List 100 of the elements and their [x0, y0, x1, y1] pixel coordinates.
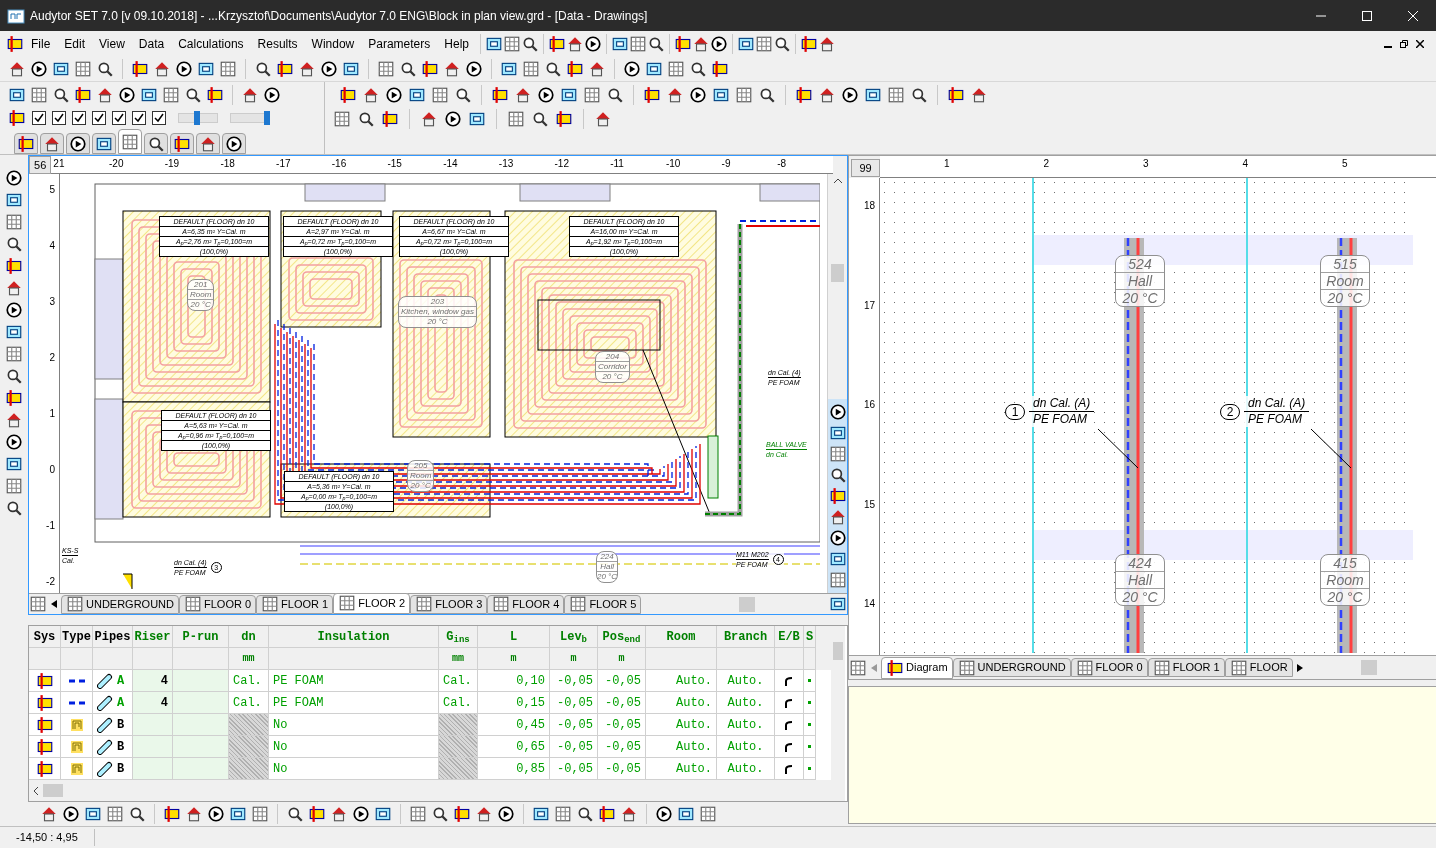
tool-icon[interactable]	[841, 86, 859, 104]
tool-icon[interactable]	[468, 110, 486, 128]
tool-icon[interactable]	[84, 805, 102, 823]
tool-icon[interactable]	[828, 403, 847, 421]
level-tab[interactable]: FLOOR	[1224, 658, 1293, 677]
tool-icon[interactable]	[620, 805, 638, 823]
tool-icon[interactable]	[286, 805, 304, 823]
tool-icon[interactable]	[710, 34, 728, 53]
tool-icon[interactable]	[263, 85, 281, 104]
checkbox[interactable]	[32, 111, 46, 126]
tool-icon[interactable]	[35, 737, 54, 756]
tool-icon[interactable]	[163, 805, 181, 823]
tool-icon[interactable]	[374, 805, 392, 823]
tool-icon[interactable]	[689, 86, 707, 104]
tool-icon[interactable]	[594, 110, 612, 128]
column-header[interactable]: Room	[646, 626, 717, 648]
close-icon[interactable]	[1416, 39, 1424, 48]
tool-icon[interactable]	[352, 805, 370, 823]
level-tab[interactable]: FLOOR 2	[333, 592, 411, 614]
tool-icon[interactable]	[207, 805, 225, 823]
tool-icon[interactable]	[886, 658, 904, 677]
column-header[interactable]: P-run	[173, 626, 229, 648]
column-header[interactable]: Pos$_{end}$	[598, 626, 646, 648]
tool-icon[interactable]	[5, 301, 23, 319]
scroll-left-icon[interactable]	[33, 785, 39, 796]
tool-icon[interactable]	[276, 59, 294, 78]
column-header[interactable]: S	[804, 626, 816, 648]
level-tab[interactable]: Diagram	[881, 656, 953, 679]
tool-icon[interactable]	[385, 86, 403, 104]
tool-icon[interactable]	[118, 85, 136, 104]
column-header[interactable]: Pipes	[93, 626, 133, 648]
tool-icon[interactable]	[828, 487, 847, 505]
checkbox[interactable]	[72, 111, 86, 126]
tool-icon[interactable]	[576, 805, 594, 823]
tool-icon[interactable]	[828, 424, 847, 442]
tool-icon[interactable]	[308, 805, 326, 823]
tool-icon[interactable]	[560, 86, 578, 104]
tool-icon[interactable]	[444, 110, 462, 128]
tool-icon[interactable]	[5, 367, 23, 385]
menu-item[interactable]: Parameters	[361, 34, 438, 53]
tool-icon[interactable]	[131, 59, 149, 78]
tool-icon[interactable]	[408, 86, 426, 104]
tool-icon[interactable]	[566, 59, 584, 78]
tool-icon[interactable]	[30, 59, 48, 78]
tool-icon[interactable]	[5, 169, 23, 187]
column-header[interactable]: Branch	[717, 626, 775, 648]
scrollbar-thumb[interactable]	[833, 642, 843, 660]
level-tab[interactable]: FLOOR 0	[1070, 658, 1148, 677]
tool-icon[interactable]	[454, 86, 472, 104]
tool-icon[interactable]	[606, 86, 624, 104]
tool-icon[interactable]	[5, 433, 23, 451]
tool-icon[interactable]	[800, 34, 818, 53]
tool-icon[interactable]	[795, 86, 813, 104]
tool-icon[interactable]	[5, 279, 23, 297]
menu-item[interactable]: Help	[437, 34, 476, 53]
tool-icon[interactable]	[330, 805, 348, 823]
checkbox[interactable]	[52, 111, 66, 126]
tool-icon[interactable]	[5, 235, 23, 253]
maximize-icon[interactable]	[1362, 10, 1372, 21]
tool-icon[interactable]	[421, 59, 439, 78]
column-header[interactable]: E/B	[775, 626, 804, 648]
tool-icon[interactable]	[677, 805, 695, 823]
tool-icon[interactable]	[514, 86, 532, 104]
menu-item[interactable]: Results	[250, 34, 305, 53]
menu-item[interactable]: Window	[304, 34, 362, 53]
tool-icon[interactable]	[758, 86, 776, 104]
tool-icon[interactable]	[5, 389, 23, 407]
zoom-field[interactable]: 99	[851, 159, 880, 177]
tool-icon[interactable]	[666, 86, 684, 104]
scrollbar-thumb[interactable]	[1360, 660, 1377, 675]
tool-icon[interactable]	[6, 34, 24, 53]
column-header[interactable]: Type	[61, 626, 93, 648]
column-header[interactable]: Lev$_{b}$	[550, 626, 598, 648]
checkbox[interactable]	[112, 111, 126, 126]
slider-thumb[interactable]	[194, 111, 201, 126]
tool-icon[interactable]	[5, 323, 23, 341]
tool-icon[interactable]	[62, 805, 80, 823]
tool-icon[interactable]	[128, 805, 146, 823]
column-header[interactable]: dn	[229, 626, 269, 648]
zoom-field[interactable]: 56	[29, 156, 52, 174]
tool-icon[interactable]	[35, 693, 54, 712]
tab-scroll-right-icon[interactable]	[1296, 663, 1303, 672]
tool-icon[interactable]	[5, 499, 23, 517]
level-tab[interactable]: FLOOR 5	[564, 594, 642, 614]
scrollbar-thumb[interactable]	[43, 784, 63, 797]
checkbox[interactable]	[92, 111, 106, 126]
tool-icon[interactable]	[5, 191, 23, 209]
tool-icon[interactable]	[465, 59, 483, 78]
tool-icon[interactable]	[655, 805, 673, 823]
tool-icon[interactable]	[643, 86, 661, 104]
level-tab[interactable]: FLOOR 1	[256, 594, 334, 614]
tool-icon[interactable]	[320, 59, 338, 78]
tool-icon[interactable]	[5, 411, 23, 429]
tool-icon[interactable]	[910, 86, 928, 104]
tool-icon[interactable]	[818, 86, 836, 104]
tool-icon[interactable]	[453, 805, 471, 823]
tool-icon[interactable]	[584, 34, 602, 53]
tool-icon[interactable]	[362, 86, 380, 104]
slider-track[interactable]	[178, 113, 218, 124]
tool-icon[interactable]	[712, 86, 730, 104]
